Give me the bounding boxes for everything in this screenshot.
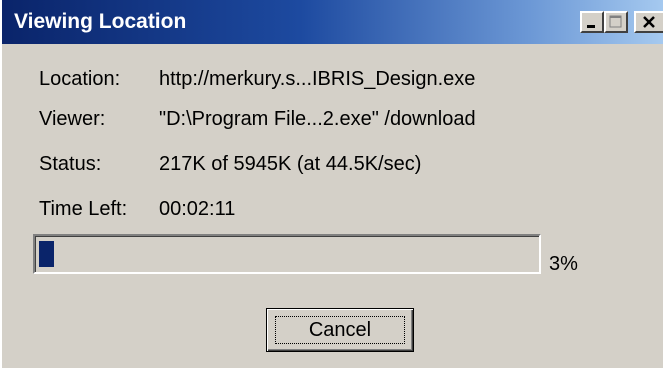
window-title: Viewing Location [14,10,187,33]
viewer-value: "D:\Program File...2.exe" /download [159,108,476,130]
progress-track [39,241,535,267]
progress-percent: 3% [549,253,578,275]
download-progress-bar [33,234,541,274]
maximize-button[interactable] [604,11,628,33]
viewer-label: Viewer: [39,108,106,130]
time-left-value: 00:02:11 [159,198,236,220]
minimize-button[interactable] [580,11,604,33]
cancel-button[interactable]: Cancel [266,308,414,352]
viewing-location-dialog: Viewing Location Location: http://merkur… [0,0,663,368]
minimize-icon [587,25,595,28]
close-button[interactable] [634,11,663,33]
maximize-icon [609,15,622,28]
location-value: http://merkury.s...IBRIS_Design.exe [159,68,476,90]
close-icon [643,16,655,28]
title-bar[interactable]: Viewing Location [2,0,663,44]
status-value: 217K of 5945K (at 44.5K/sec) [159,153,422,175]
location-label: Location: [39,68,121,90]
cancel-button-label: Cancel [308,319,372,341]
time-left-label: Time Left: [39,198,128,220]
progress-fill [39,241,54,267]
status-label: Status: [39,153,102,175]
